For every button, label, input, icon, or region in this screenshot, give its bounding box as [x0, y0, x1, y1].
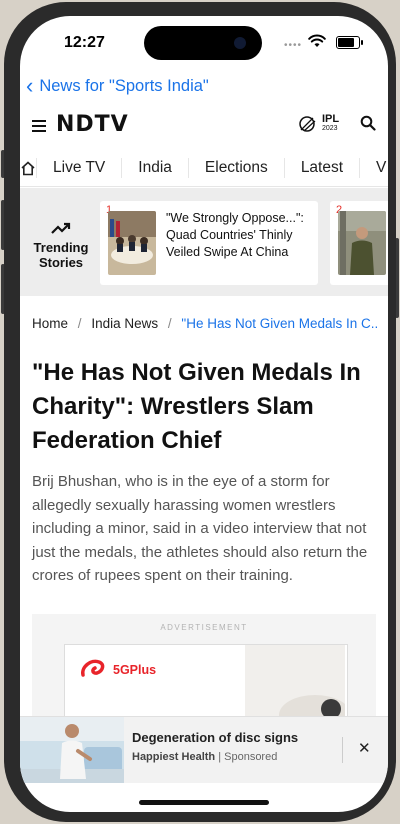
category-tabs: Live TV India Elections Latest V — [20, 150, 388, 187]
breadcrumb: Home / India News / "He Has Not Given Me… — [32, 316, 378, 331]
breadcrumb-home[interactable]: Home — [32, 316, 68, 331]
trending-label: Trending Stories — [28, 221, 94, 270]
tab-india[interactable]: India — [122, 158, 189, 178]
cricket-icon — [299, 115, 316, 132]
status-time: 12:27 — [64, 34, 105, 51]
article-title: "He Has Not Given Medals In Charity": Wr… — [32, 359, 361, 454]
ad-photo — [245, 645, 345, 723]
camera-icon — [234, 37, 246, 49]
status-bar: 12:27 •••• — [20, 16, 388, 70]
chevron-left-icon: ‹ — [26, 73, 34, 98]
breadcrumb-current[interactable]: "He Has Not Given Medals In C... — [181, 316, 378, 331]
sponsored-image — [20, 717, 124, 783]
breadcrumb-separator: / — [167, 316, 172, 331]
wifi-icon — [308, 34, 326, 47]
trending-label-line2: Stories — [38, 255, 84, 270]
close-icon[interactable]: ✕ — [358, 739, 371, 757]
battery-icon — [336, 36, 363, 49]
sponsored-title: Degeneration of disc signs — [132, 730, 299, 745]
ipl-year: 2023 — [322, 125, 338, 132]
trending-up-icon — [51, 222, 71, 234]
breadcrumb-india-news[interactable]: India News — [91, 316, 158, 331]
sponsored-tag: Sponsored — [224, 751, 278, 763]
breadcrumb-separator: / — [77, 316, 82, 331]
cellular-signal-icon: •••• — [284, 40, 303, 51]
dynamic-island — [144, 26, 262, 60]
trending-headline: "We Strongly Oppose...": Quad Countries'… — [166, 211, 304, 259]
ad-brand: 5GPlus — [113, 663, 157, 677]
trending-stories: Trending Stories 1 "We Strongly Oppose..… — [20, 188, 388, 296]
phone-body: 12:27 •••• ‹ News for "Sports India" NDT… — [0, 0, 400, 824]
sponsored-divider — [342, 737, 343, 763]
article-summary: Brij Bhushan, who is in the eye of a sto… — [32, 473, 368, 584]
home-indicator[interactable] — [139, 800, 269, 805]
airtel-logo-icon — [81, 659, 105, 677]
tab-live-tv[interactable]: Live TV — [37, 158, 123, 178]
tab-latest[interactable]: Latest — [285, 158, 361, 178]
screen: 12:27 •••• ‹ News for "Sports India" NDT… — [20, 16, 388, 812]
site-header: NDTV IPL 2023 — [20, 112, 388, 146]
tab-elections[interactable]: Elections — [189, 158, 285, 178]
tab-home[interactable] — [20, 158, 37, 178]
trending-card[interactable]: 2 — [330, 201, 388, 285]
back-label: News for "Sports India" — [39, 76, 209, 95]
trending-label-line1: Trending — [33, 240, 89, 255]
sponsored-source-name: Happiest Health — [132, 751, 216, 763]
phone-frame: 12:27 •••• ‹ News for "Sports India" NDT… — [4, 2, 396, 822]
advertisement-label: ADVERTISEMENT — [160, 623, 248, 632]
search-icon[interactable] — [360, 115, 376, 131]
battery-fill — [338, 38, 354, 47]
ndtv-logo[interactable]: NDTV — [56, 112, 129, 137]
sponsored-banner[interactable]: Degeneration of disc signs Happiest Heal… — [20, 716, 388, 783]
sponsored-source: Happiest Health | Sponsored — [132, 751, 278, 763]
back-navigation[interactable]: ‹ News for "Sports India" — [26, 73, 209, 98]
tab-partial[interactable]: V — [360, 158, 388, 178]
trending-thumbnail — [108, 211, 156, 275]
ad-banner[interactable]: 5GPlus — [64, 644, 348, 726]
home-icon — [21, 160, 35, 175]
trending-card[interactable]: 1 "We Strongly Oppose...": Quad Countrie… — [100, 201, 318, 285]
ipl-badge[interactable]: IPL 2023 — [296, 114, 339, 133]
menu-icon[interactable] — [32, 120, 46, 132]
advertisement: ADVERTISEMENT 5GPlus — [32, 614, 376, 726]
trending-thumbnail — [338, 211, 386, 275]
ipl-label: IPL — [322, 113, 340, 125]
